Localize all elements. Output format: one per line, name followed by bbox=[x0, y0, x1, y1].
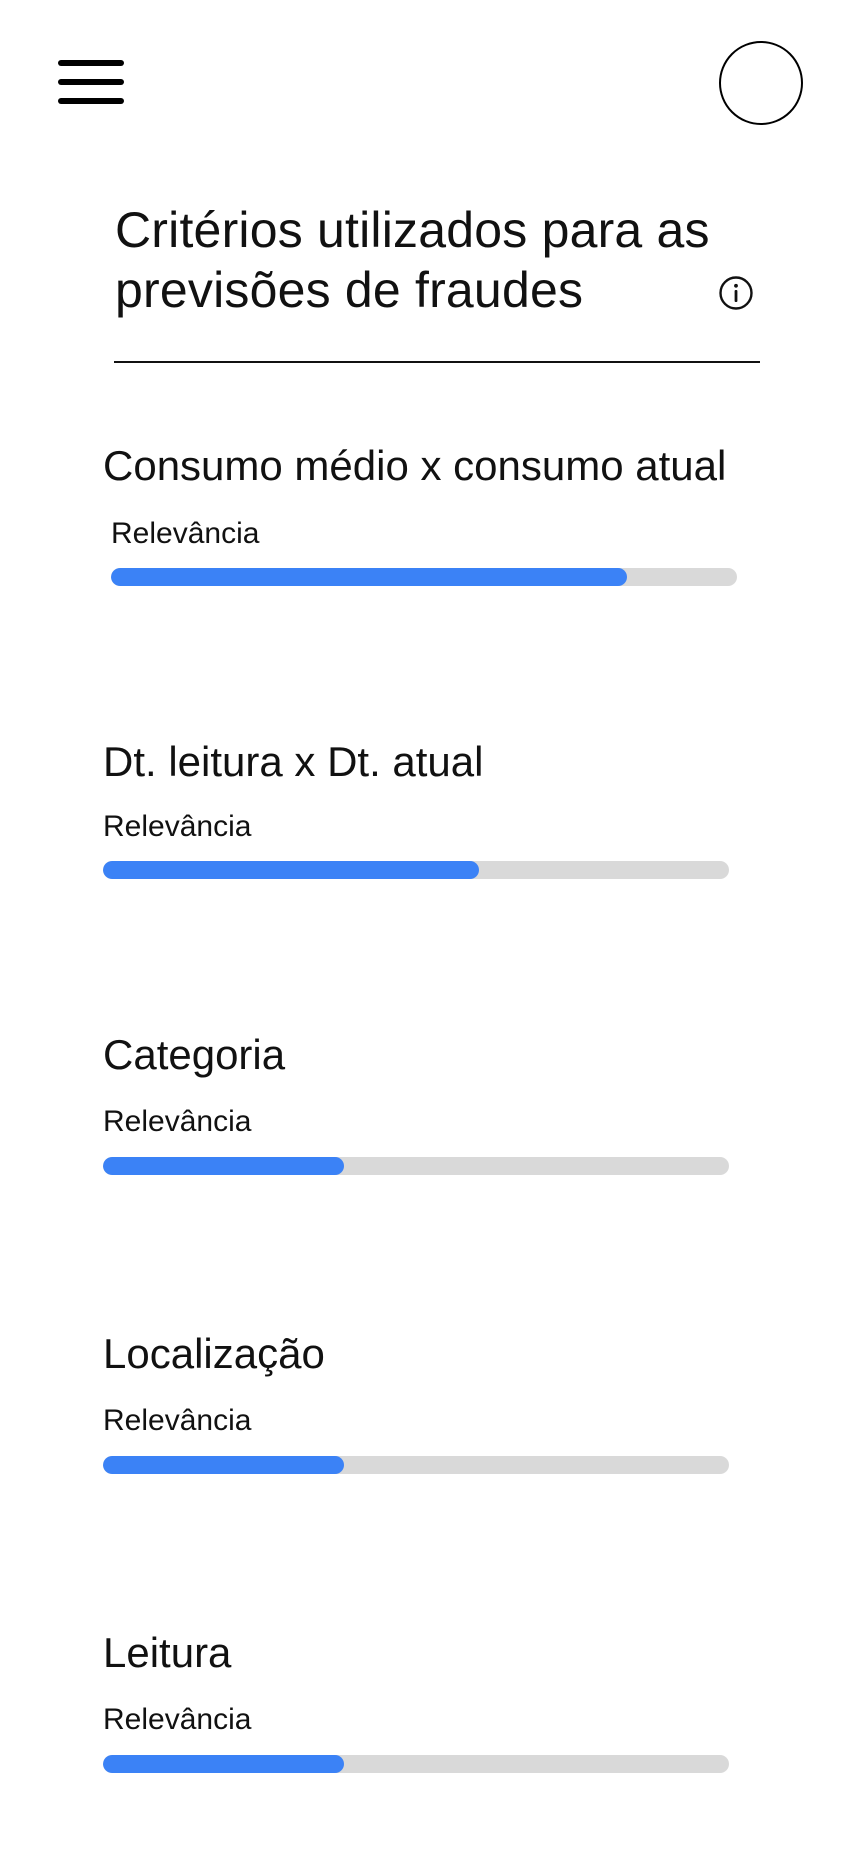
criterion-name: Categoria bbox=[103, 1031, 286, 1078]
relevance-label: Relevância bbox=[111, 517, 260, 550]
menu-icon-bar bbox=[58, 79, 124, 85]
relevance-bar bbox=[103, 861, 729, 879]
relevance-label: Relevância bbox=[103, 1404, 252, 1437]
relevance-bar-fill bbox=[103, 1157, 344, 1175]
title-divider bbox=[114, 361, 760, 363]
relevance-bar bbox=[111, 568, 737, 586]
page-title-line-2: previsões de fraudes bbox=[115, 262, 584, 318]
page-title-line-1: Critérios utilizados para as bbox=[115, 202, 710, 258]
relevance-bar bbox=[103, 1456, 729, 1474]
relevance-bar-fill bbox=[111, 568, 628, 586]
relevance-bar bbox=[103, 1157, 729, 1175]
menu-icon-bar bbox=[58, 98, 124, 104]
avatar[interactable] bbox=[719, 41, 803, 125]
hamburger-menu-button[interactable] bbox=[58, 60, 124, 106]
criterion-name: Leitura bbox=[103, 1629, 232, 1676]
relevance-label: Relevância bbox=[103, 1703, 252, 1736]
criterion-name: Consumo médio x consumo atual bbox=[103, 442, 727, 489]
relevance-bar bbox=[103, 1755, 729, 1773]
relevance-bar-fill bbox=[103, 1456, 344, 1474]
criterion-name: Localização bbox=[103, 1330, 325, 1377]
relevance-label: Relevância bbox=[103, 1105, 252, 1138]
relevance-label: Relevância bbox=[103, 810, 252, 843]
page-title: Critérios utilizados para as previsões d… bbox=[115, 200, 775, 320]
info-icon[interactable] bbox=[718, 275, 754, 311]
relevance-bar-fill bbox=[103, 1755, 344, 1773]
menu-icon-bar bbox=[58, 60, 124, 66]
relevance-bar-fill bbox=[103, 861, 479, 879]
criterion-name: Dt. leitura x Dt. atual bbox=[103, 738, 484, 785]
